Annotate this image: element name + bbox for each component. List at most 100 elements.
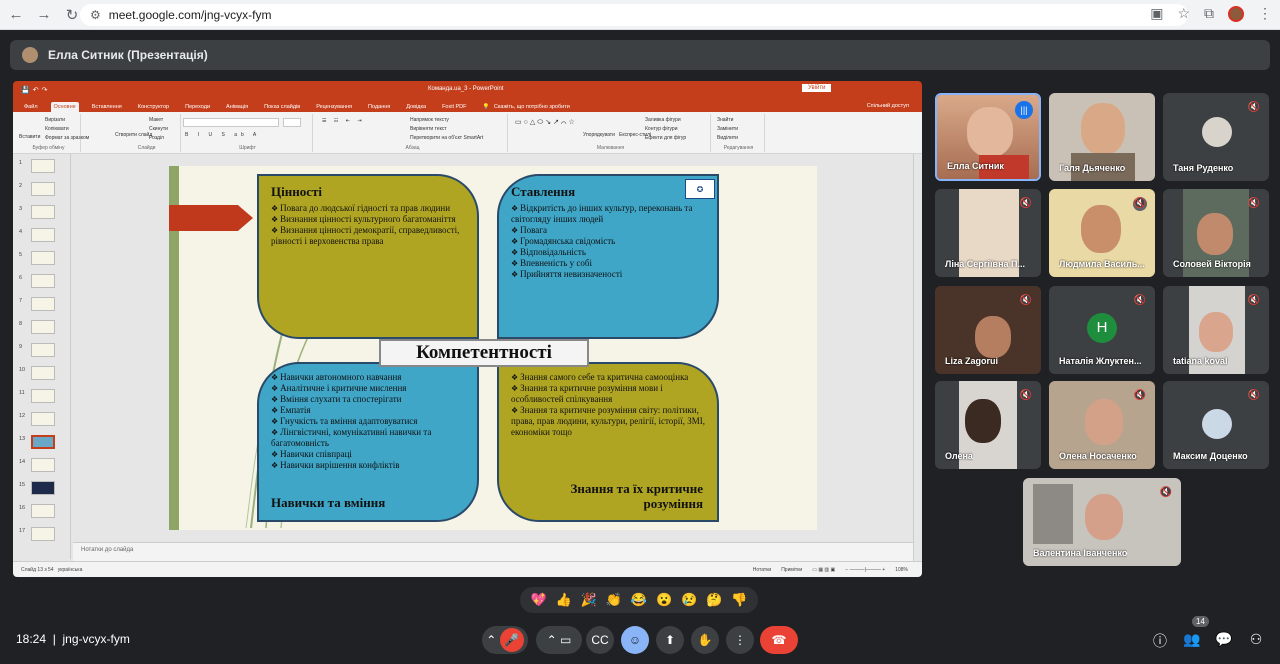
emoji-button[interactable]: ☺ — [621, 626, 649, 654]
align-text-button[interactable]: Вирівняти текст — [410, 126, 447, 132]
extensions-icon[interactable]: ⧉ — [1204, 5, 1214, 22]
copy-button[interactable]: Копіювати — [45, 126, 69, 132]
quick-access-toolbar[interactable]: 💾↶↷ — [21, 86, 50, 94]
zoom-slider[interactable]: − ———|——— + — [845, 567, 885, 573]
participant-tile[interactable]: 🔇 Максим Доценко — [1163, 381, 1269, 469]
end-call-button[interactable]: ☎ — [760, 626, 798, 654]
camera-icon[interactable]: ▣ — [1150, 5, 1163, 22]
login-button[interactable]: Увійти — [802, 84, 832, 92]
tab-view[interactable]: Подання — [365, 102, 393, 112]
slide-thumb-selected[interactable]: 13 — [17, 434, 69, 451]
notes-toggle[interactable]: Нотатки — [753, 567, 771, 573]
slide-thumb[interactable]: 7 — [17, 296, 69, 313]
slide-thumb[interactable]: 4 — [17, 227, 69, 244]
format-painter-button[interactable]: Формат за зразком — [45, 135, 89, 141]
mic-off-icon[interactable]: 🎤 — [499, 628, 524, 652]
present-button[interactable]: ⬆ — [656, 626, 684, 654]
find-button[interactable]: Знайти — [717, 117, 733, 123]
notes-pane[interactable]: Нотатки до слайда — [73, 542, 913, 562]
participant-tile[interactable]: ||| Елла Ситник — [935, 93, 1041, 181]
view-buttons[interactable]: ▭ ▦ ▥ ▣ — [812, 567, 835, 573]
reaction-thumbs-up-icon[interactable]: 👍 — [556, 592, 572, 608]
captions-button[interactable]: CC — [586, 626, 614, 654]
slide-thumb[interactable]: 10 — [17, 365, 69, 382]
tab-home[interactable]: Основне — [50, 102, 79, 112]
participant-tile[interactable]: 🔇 Людмила Василь... — [1049, 189, 1155, 277]
info-icon[interactable]: ⓘ — [1150, 631, 1170, 651]
slide-thumb[interactable]: 6 — [17, 273, 69, 290]
participant-tile[interactable]: Галя Дьяченко — [1049, 93, 1155, 181]
slide-thumb[interactable]: 12 — [17, 411, 69, 428]
slide-thumb[interactable]: 14 — [17, 457, 69, 474]
tab-file[interactable]: Файл — [21, 102, 41, 112]
reaction-thinking-icon[interactable]: 🤔 — [706, 592, 722, 608]
tab-animations[interactable]: Анімація — [223, 102, 251, 112]
tab-slideshow[interactable]: Показ слайдів — [261, 102, 303, 112]
replace-button[interactable]: Замінити — [717, 126, 738, 132]
smartart-button[interactable]: Перетворити на об'єкт SmartArt — [410, 135, 483, 141]
chevron-up-icon[interactable]: ⌃ — [486, 633, 496, 647]
reaction-heart-icon[interactable]: 💖 — [530, 592, 546, 608]
tab-review[interactable]: Рецензування — [313, 102, 355, 112]
arrange-button[interactable]: Упорядкувати — [583, 132, 615, 138]
tab-insert[interactable]: Вставлення — [89, 102, 125, 112]
language[interactable]: українська — [58, 567, 83, 573]
slide-thumb[interactable]: 9 — [17, 342, 69, 359]
tab-design[interactable]: Конструктор — [135, 102, 172, 112]
reaction-party-icon[interactable]: 🎉 — [581, 592, 597, 608]
section-button[interactable]: Розділ — [149, 135, 164, 141]
text-direction-button[interactable]: Напрямок тексту — [410, 117, 449, 123]
participant-tile[interactable]: Н 🔇 Наталія Жлуктен... — [1049, 286, 1155, 374]
camera-control[interactable]: ⌃ ▭ — [536, 626, 582, 654]
shape-outline-button[interactable]: Контур фігури — [645, 126, 677, 132]
font-name-input[interactable] — [183, 118, 279, 127]
back-icon[interactable]: ← — [4, 3, 28, 27]
participant-tile[interactable]: 🔇 Liza Zagorui — [935, 286, 1041, 374]
slide-thumb[interactable]: 11 — [17, 388, 69, 405]
slide-thumb[interactable]: 5 — [17, 250, 69, 267]
mic-control[interactable]: ⌃ 🎤 — [482, 626, 528, 654]
slide-thumb[interactable]: 8 — [17, 319, 69, 336]
reaction-clap-icon[interactable]: 👏 — [606, 592, 622, 608]
menu-icon[interactable]: ⋮ — [1258, 5, 1272, 22]
slide-thumb[interactable]: 16 — [17, 503, 69, 520]
slide-thumb[interactable]: 2 — [17, 181, 69, 198]
slide-thumb[interactable]: 1 — [17, 158, 69, 175]
site-info-icon[interactable]: ⚙ — [90, 8, 101, 22]
forward-icon[interactable]: → — [32, 3, 56, 27]
reaction-surprised-icon[interactable]: 😮 — [656, 592, 672, 608]
reaction-sad-icon[interactable]: 😢 — [681, 592, 697, 608]
editor-scrollbar[interactable] — [913, 154, 920, 561]
share-button[interactable]: Спільний доступ — [864, 101, 912, 111]
shape-effects-button[interactable]: Ефекти для фігур — [645, 135, 686, 141]
reaction-laugh-icon[interactable]: 😂 — [631, 592, 647, 608]
bookmark-star-icon[interactable]: ☆ — [1177, 5, 1190, 22]
font-format-buttons[interactable]: B I U S ab A — [185, 132, 260, 138]
video-camera-icon[interactable]: ▭ — [560, 633, 571, 647]
paste-button[interactable]: Вставити — [19, 134, 40, 140]
raise-hand-button[interactable]: ✋ — [691, 626, 719, 654]
slide-editor[interactable]: Цінності Повага до людської гідності та … — [73, 154, 913, 542]
chevron-up-icon[interactable]: ⌃ — [547, 633, 557, 647]
participant-tile[interactable]: 🔇 Валентина Іванченко — [1023, 478, 1181, 566]
participant-tile[interactable]: 🔇 tatiana koval — [1163, 286, 1269, 374]
shapes-gallery[interactable]: ▭○△⬭↘↗⌒☆ — [515, 118, 577, 127]
comments-toggle[interactable]: Примітки — [781, 567, 802, 573]
tab-help[interactable]: Довідка — [403, 102, 429, 112]
participant-tile[interactable]: 🔇 Ліна Сергіївна П... — [935, 189, 1041, 277]
chat-icon[interactable]: 💬 — [1214, 631, 1234, 648]
slide-thumb[interactable]: 15 — [17, 480, 69, 497]
reset-button[interactable]: Скинути — [149, 126, 168, 132]
slide-thumb[interactable]: 3 — [17, 204, 69, 221]
cut-button[interactable]: Вирізати — [45, 117, 65, 123]
slide-thumb[interactable]: 17 — [17, 526, 69, 543]
address-bar[interactable]: ⚙ meet.google.com/jng-vcyx-fym — [80, 4, 1188, 26]
tab-transitions[interactable]: Переходи — [182, 102, 213, 112]
people-icon[interactable]: 👥 — [1182, 631, 1202, 648]
participant-tile[interactable]: 🔇 Олена Носаченко — [1049, 381, 1155, 469]
select-button[interactable]: Виділити — [717, 135, 738, 141]
participant-tile[interactable]: 🔇 Таня Руденко — [1163, 93, 1269, 181]
new-slide-button[interactable]: Створити слайд — [115, 132, 152, 138]
layout-button[interactable]: Макет — [149, 117, 163, 123]
activities-icon[interactable]: ⚇ — [1246, 631, 1266, 648]
